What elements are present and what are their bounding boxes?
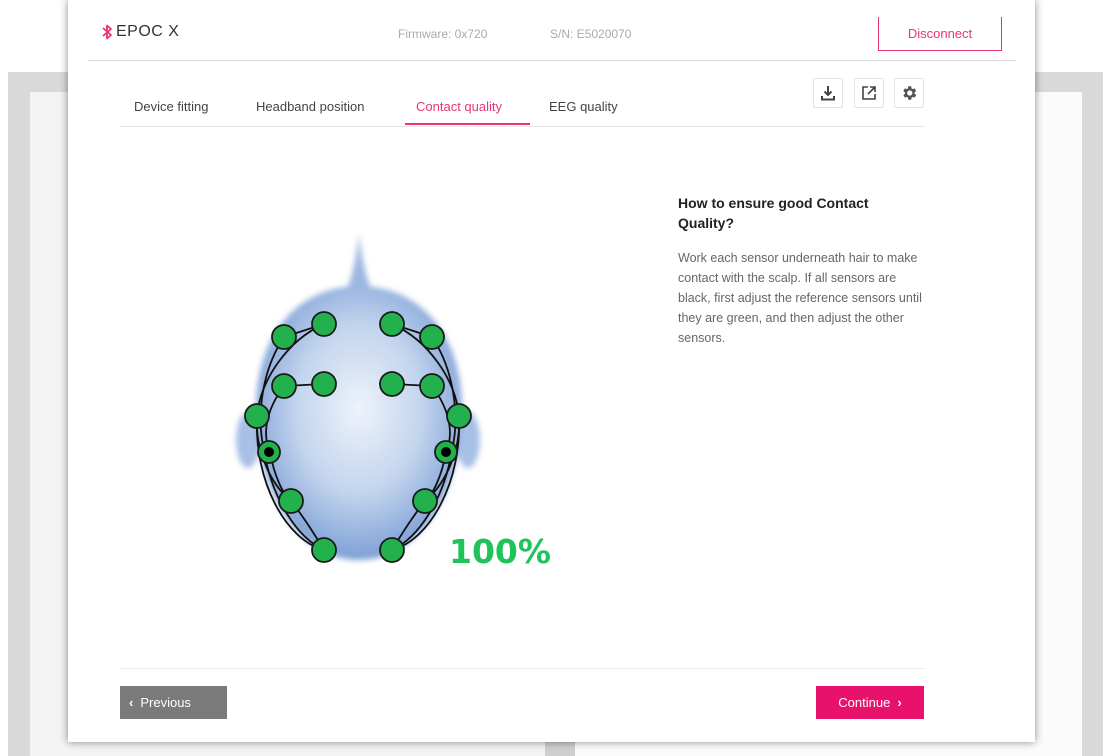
sensor-af3 bbox=[311, 311, 337, 337]
disconnect-button[interactable]: Disconnect bbox=[878, 17, 1002, 51]
previous-label: Previous bbox=[140, 695, 191, 710]
tab-headband-position[interactable]: Headband position bbox=[256, 99, 364, 114]
background-frame-left bbox=[8, 72, 30, 756]
setup-tabs: Device fitting Headband position Contact… bbox=[120, 90, 925, 127]
footer-divider bbox=[120, 668, 925, 669]
sensor-fc6 bbox=[419, 373, 445, 399]
sensor-f8 bbox=[419, 324, 445, 350]
sensor-af4 bbox=[379, 311, 405, 337]
background-frame-right bbox=[1082, 72, 1103, 756]
sensor-fc5 bbox=[271, 373, 297, 399]
active-tab-indicator bbox=[405, 123, 530, 125]
contact-quality-percent: 100% bbox=[449, 532, 551, 571]
head-silhouette bbox=[236, 234, 480, 560]
head-sensor-map bbox=[236, 234, 480, 563]
dialog-header: EPOC X Firmware: 0x720 S/N: E5020070 Dis… bbox=[88, 0, 1016, 61]
previous-button[interactable]: ‹ Previous bbox=[120, 686, 227, 719]
contact-quality-dialog: EPOC X Firmware: 0x720 S/N: E5020070 Dis… bbox=[68, 0, 1035, 742]
firmware-version: Firmware: 0x720 bbox=[398, 27, 488, 41]
chevron-right-icon: › bbox=[897, 695, 902, 710]
tab-eeg-quality[interactable]: EEG quality bbox=[549, 99, 618, 114]
chevron-left-icon: ‹ bbox=[129, 695, 134, 710]
sensor-t7 bbox=[244, 403, 270, 429]
help-text: Work each sensor underneath hair to make… bbox=[678, 251, 922, 345]
sensor-p7 bbox=[278, 488, 304, 514]
sensor-t8 bbox=[446, 403, 472, 429]
sensor-f3 bbox=[311, 371, 337, 397]
device-name: EPOC X bbox=[116, 23, 180, 40]
tab-contact-quality[interactable]: Contact quality bbox=[416, 99, 502, 114]
serial-number: S/N: E5020070 bbox=[550, 27, 632, 41]
sensor-p8 bbox=[412, 488, 438, 514]
sensor-o2 bbox=[379, 537, 405, 563]
sensor-f7 bbox=[271, 324, 297, 350]
help-title: How to ensure good Contact Quality? bbox=[678, 195, 869, 231]
bluetooth-icon bbox=[102, 24, 112, 40]
continue-button[interactable]: Continue › bbox=[816, 686, 924, 719]
continue-label: Continue bbox=[838, 695, 891, 710]
sensor-f4 bbox=[379, 371, 405, 397]
sensor-o1 bbox=[311, 537, 337, 563]
tab-device-fitting[interactable]: Device fitting bbox=[134, 99, 208, 114]
